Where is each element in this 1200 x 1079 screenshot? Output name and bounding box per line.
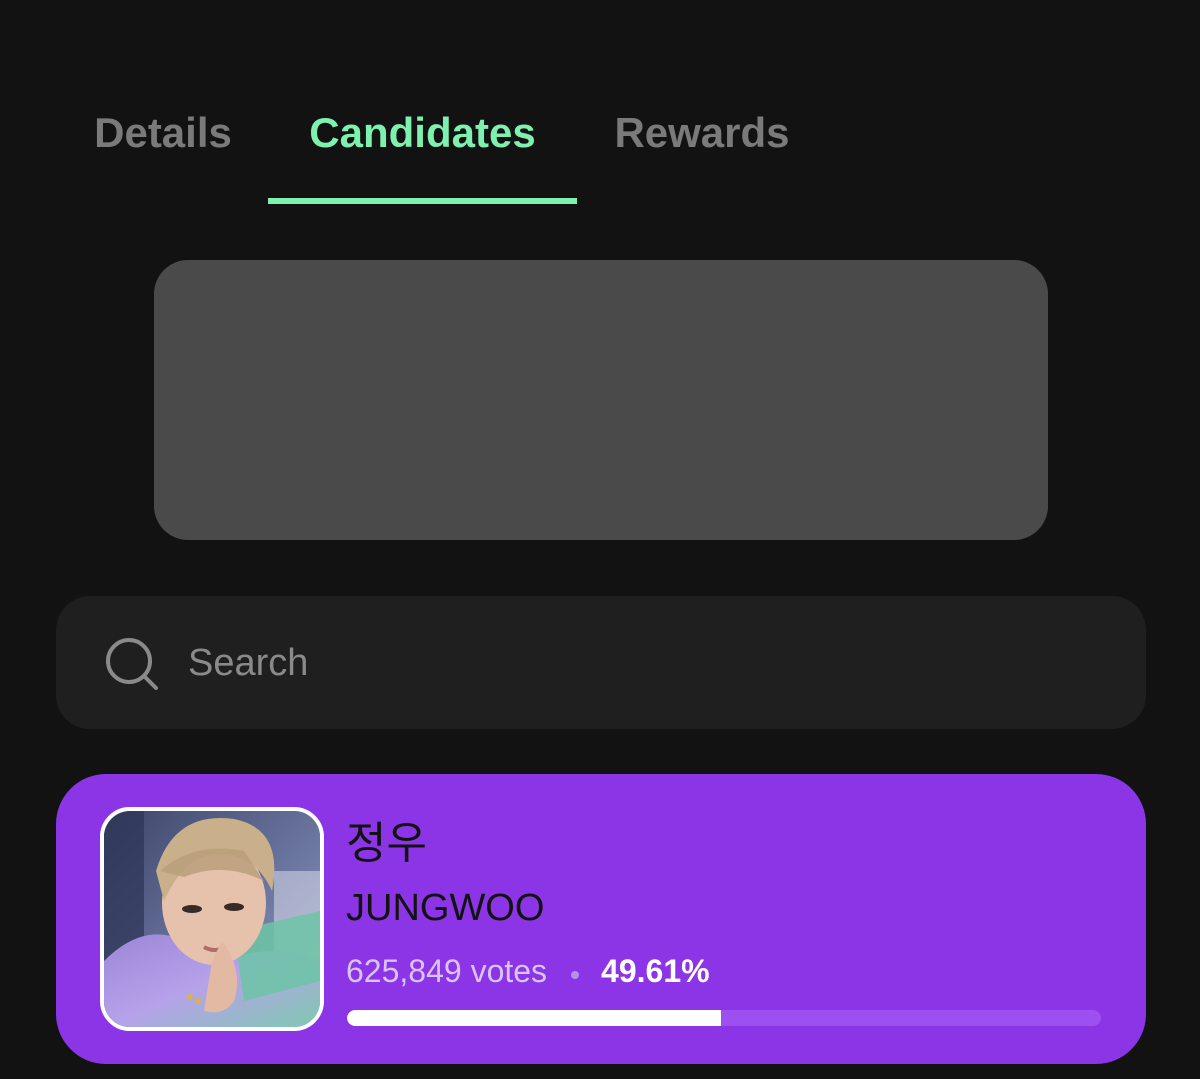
search-input[interactable] bbox=[188, 630, 1088, 696]
tab-bar: Details Candidates Rewards bbox=[0, 100, 1200, 204]
candidate-avatar bbox=[100, 807, 324, 1031]
separator-dot bbox=[571, 970, 580, 979]
candidate-name-korean: 정우 bbox=[346, 818, 427, 869]
vote-count: 625,849 votes bbox=[346, 953, 548, 989]
search-icon bbox=[104, 636, 160, 692]
vote-percentage: 49.61% bbox=[601, 953, 710, 989]
tab-rewards[interactable]: Rewards bbox=[585, 100, 819, 204]
vote-progress-bar bbox=[347, 1010, 1101, 1026]
tab-details[interactable]: Details bbox=[58, 100, 268, 204]
vote-stats: 625,849 votes 49.61% bbox=[346, 948, 710, 994]
tab-candidates[interactable]: Candidates bbox=[268, 100, 577, 204]
candidates-page: Details Candidates Rewards Search 정우 JUN… bbox=[0, 0, 1200, 1079]
banner-placeholder[interactable] bbox=[154, 260, 1048, 540]
active-tab-indicator bbox=[268, 198, 577, 204]
vote-progress-fill bbox=[347, 1010, 722, 1026]
candidate-name-english: JUNGWOO bbox=[346, 887, 545, 929]
